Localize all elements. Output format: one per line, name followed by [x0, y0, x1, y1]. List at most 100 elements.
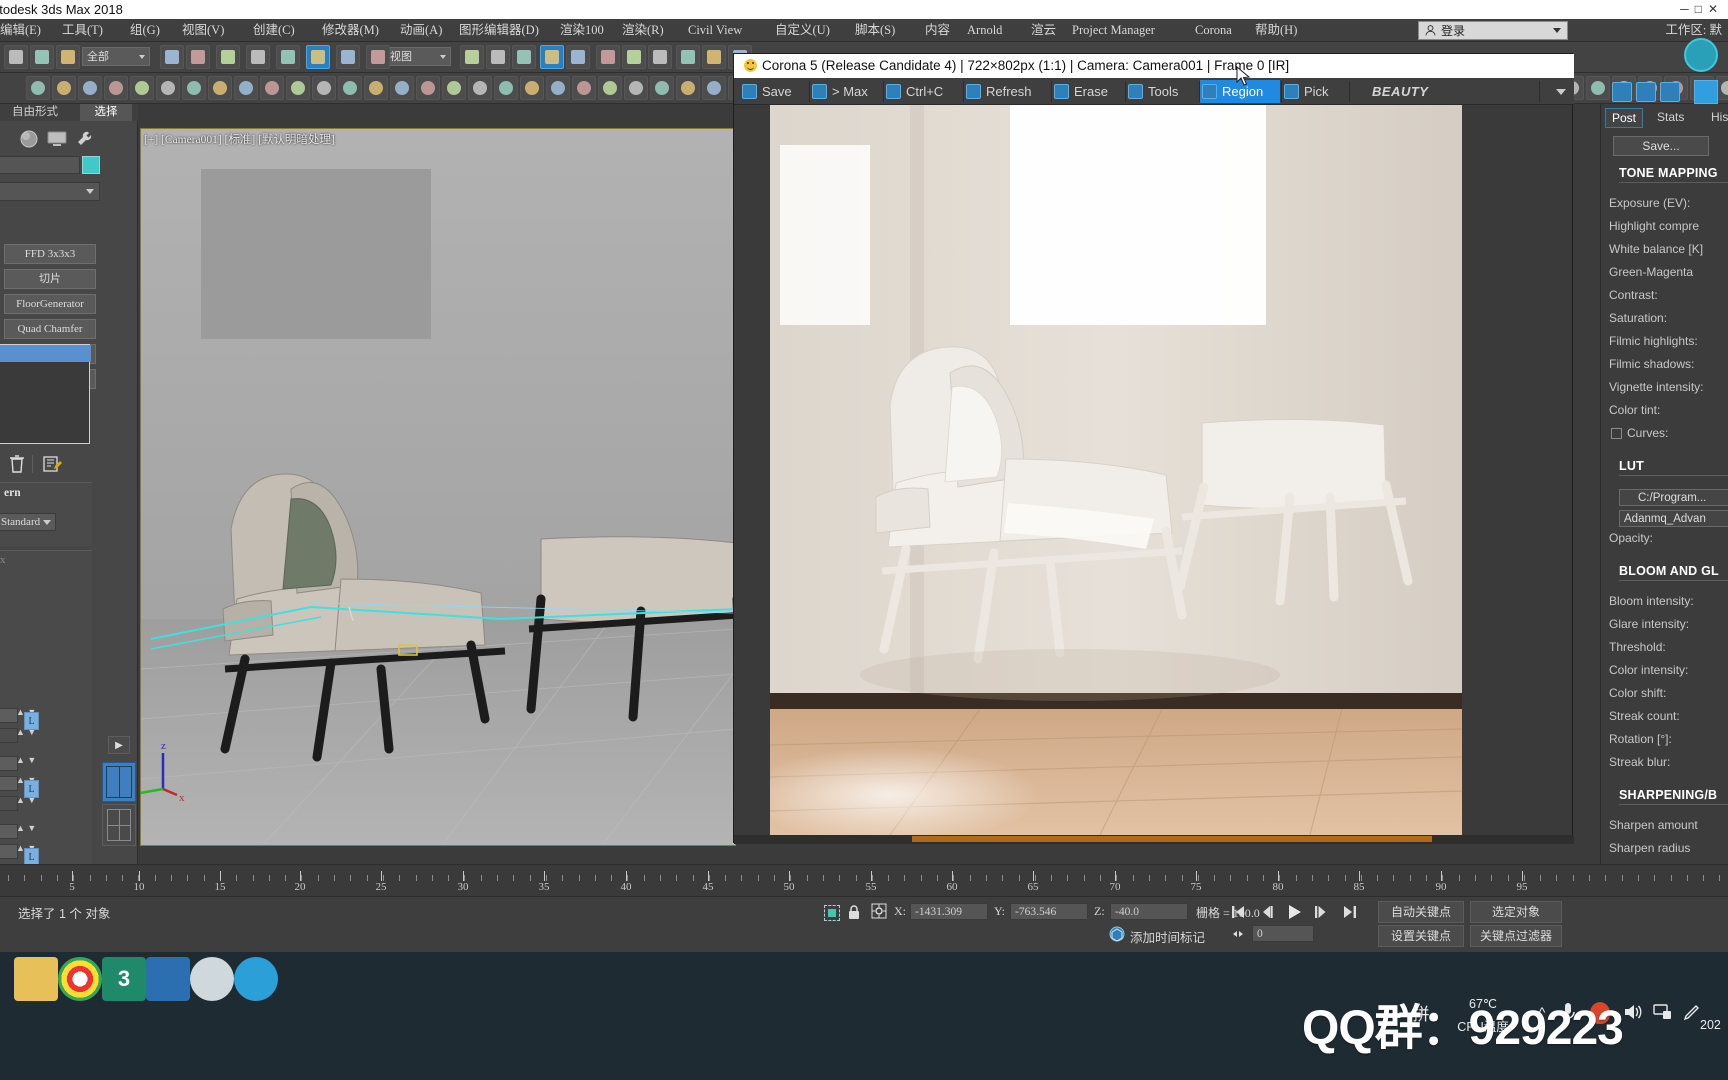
absolute-mode-icon[interactable]: [870, 902, 888, 920]
chevron-down-icon[interactable]: [1556, 89, 1566, 95]
toolbar-icon-4[interactable]: [186, 45, 210, 69]
menu-item-4[interactable]: 创建(C): [253, 19, 295, 42]
toolbar2-icon-13[interactable]: [338, 76, 362, 100]
toolbar2-icon-4[interactable]: [104, 76, 128, 100]
menu-item-0[interactable]: 编辑(E): [0, 19, 41, 42]
object-name-field[interactable]: [0, 156, 80, 174]
minimize-icon[interactable]: ─: [1680, 2, 1695, 16]
toolbar2-icon-1[interactable]: [26, 76, 50, 100]
post-tab-stats[interactable]: Stats: [1651, 108, 1690, 128]
menu-item-17[interactable]: Corona: [1195, 19, 1232, 42]
viewport-layout-quad-icon[interactable]: [102, 804, 136, 846]
post-tab-post[interactable]: Post: [1605, 108, 1644, 128]
chevron-down-icon[interactable]: [86, 189, 94, 194]
post-tab-histo[interactable]: Histo: [1705, 108, 1728, 128]
toolbar2-icon-24[interactable]: [624, 76, 648, 100]
chevron-down-icon[interactable]: [440, 55, 446, 59]
menu-item-18[interactable]: 帮助(H): [1255, 19, 1297, 42]
vfb-color-swatch[interactable]: [1694, 80, 1718, 104]
x-coordinate-field[interactable]: -1431.309: [910, 903, 988, 920]
menu-item-5[interactable]: 修改器(M): [322, 19, 379, 42]
viewport-label[interactable]: [+] [Camera001] [标准] [默认明暗处理]: [144, 131, 335, 147]
spinner-arrows-2[interactable]: ▲ ▼: [16, 756, 36, 765]
chevron-down-icon[interactable]: [1553, 28, 1561, 33]
post-field-1-0[interactable]: C:/Program...: [1619, 489, 1728, 506]
menu-item-1[interactable]: 工具(T): [62, 19, 103, 42]
toolbar2-icon-17[interactable]: [442, 76, 466, 100]
toolbar-icon-2[interactable]: [56, 45, 80, 69]
toolbar2-icon-16[interactable]: [416, 76, 440, 100]
rollout-pattern[interactable]: ern Standard: [0, 482, 92, 546]
go-to-start-icon[interactable]: [1228, 903, 1248, 921]
delete-icon[interactable]: [8, 454, 26, 474]
expand-panel-button[interactable]: ▶: [108, 736, 130, 754]
vfb-ctrl-c-button[interactable]: Ctrl+C: [884, 80, 962, 103]
menu-item-16[interactable]: Project Manager: [1072, 19, 1155, 42]
standard-dropdown[interactable]: Standard: [0, 513, 56, 531]
menu-item-12[interactable]: 脚本(S): [855, 19, 895, 42]
taskbar-edge-icon[interactable]: [234, 957, 278, 1001]
toolbar2-icon-21[interactable]: [546, 76, 570, 100]
toolbar2-icon-7[interactable]: [182, 76, 206, 100]
key-frame-field[interactable]: 0: [1252, 925, 1314, 942]
sphere-icon[interactable]: [18, 128, 40, 150]
time-tag-icon[interactable]: [1108, 925, 1126, 943]
play-button[interactable]: [1284, 902, 1306, 922]
vfb--max-button[interactable]: > Max: [810, 80, 882, 103]
menu-item-6[interactable]: 动画(A): [400, 19, 442, 42]
taskbar-3dsmax-icon[interactable]: 3: [102, 957, 146, 1001]
toolbar-icon-13[interactable]: [512, 45, 536, 69]
menu-item-3[interactable]: 视图(V): [182, 19, 224, 42]
menu-item-10[interactable]: Civil View: [688, 19, 742, 42]
auto-key-button[interactable]: 自动关键点: [1378, 901, 1464, 923]
post-field-1-1[interactable]: Adanmq_Advan: [1619, 510, 1728, 527]
toolbar2-icon-14[interactable]: [364, 76, 388, 100]
post-section-3[interactable]: SHARPENING/B: [1619, 788, 1717, 802]
toolbar-icon-9[interactable]: [336, 45, 360, 69]
modifier-list-dropdown[interactable]: [0, 182, 100, 201]
toolbar-icon-1[interactable]: [30, 45, 54, 69]
toolbar-icon-20[interactable]: [702, 45, 726, 69]
toolbar2-icon-3[interactable]: [78, 76, 102, 100]
toolbar-icon-18[interactable]: [648, 45, 672, 69]
chevron-down-icon[interactable]: [139, 55, 145, 59]
toolbar2-icon-11[interactable]: [286, 76, 310, 100]
post-section-0[interactable]: TONE MAPPING: [1619, 166, 1718, 180]
toolbar2-icon-26[interactable]: [676, 76, 700, 100]
toolbar2-icon-18[interactable]: [468, 76, 492, 100]
post-section-2[interactable]: BLOOM AND GL: [1619, 564, 1719, 578]
modifier-stack-list[interactable]: nerator: [0, 344, 91, 444]
vfb-save-button[interactable]: Save: [740, 80, 808, 103]
toolbar2-icon-15[interactable]: [390, 76, 414, 100]
toolbar2-icon-61[interactable]: [1586, 76, 1610, 100]
post-section-1[interactable]: LUT: [1619, 459, 1644, 473]
taskbar-chrome-icon[interactable]: [58, 957, 102, 1001]
spinner-arrows-1[interactable]: ▲ ▼: [16, 728, 36, 737]
toolbar2-icon-9[interactable]: [234, 76, 258, 100]
modifier-button-3[interactable]: Quad Chamfer: [4, 319, 96, 339]
menu-item-15[interactable]: 渲云: [1031, 19, 1056, 42]
toolbar2-icon-8[interactable]: [208, 76, 232, 100]
toolbar-icon-10[interactable]: [366, 45, 390, 69]
toolbar-icon-8[interactable]: [306, 45, 330, 69]
toolbar-icon-17[interactable]: [622, 45, 646, 69]
track-bar[interactable]: 5 10 15 20 25 30 35 40 45 50 55 60 65 70 75 80 85 90 95: [0, 864, 1728, 896]
toolbar-icon-14[interactable]: [540, 45, 564, 69]
taskbar-explorer-icon[interactable]: [14, 957, 58, 1001]
post-save-button[interactable]: Save...: [1613, 136, 1709, 156]
key-mode-icon[interactable]: [1228, 927, 1248, 941]
toolbar-icon-3[interactable]: [160, 45, 184, 69]
toolbar2-icon-22[interactable]: [572, 76, 596, 100]
vfb-erase-button[interactable]: Erase: [1052, 80, 1124, 103]
modifier-button-0[interactable]: FFD 3x3x3: [4, 244, 96, 264]
vfb-pick-button[interactable]: Pick: [1282, 80, 1348, 103]
toolbar2-icon-23[interactable]: [598, 76, 622, 100]
selection-lock-region-icon[interactable]: [824, 905, 840, 921]
display-icon[interactable]: [46, 130, 68, 148]
set-key-button[interactable]: 设置关键点: [1378, 925, 1464, 947]
toolbar-icon-15[interactable]: [566, 45, 590, 69]
taskbar-app5-icon[interactable]: [190, 957, 234, 1001]
vfb-tools-button[interactable]: Tools: [1126, 80, 1198, 103]
menu-item-7[interactable]: 图形编辑器(D): [459, 19, 539, 42]
modifier-button-1[interactable]: 切片: [4, 269, 96, 289]
